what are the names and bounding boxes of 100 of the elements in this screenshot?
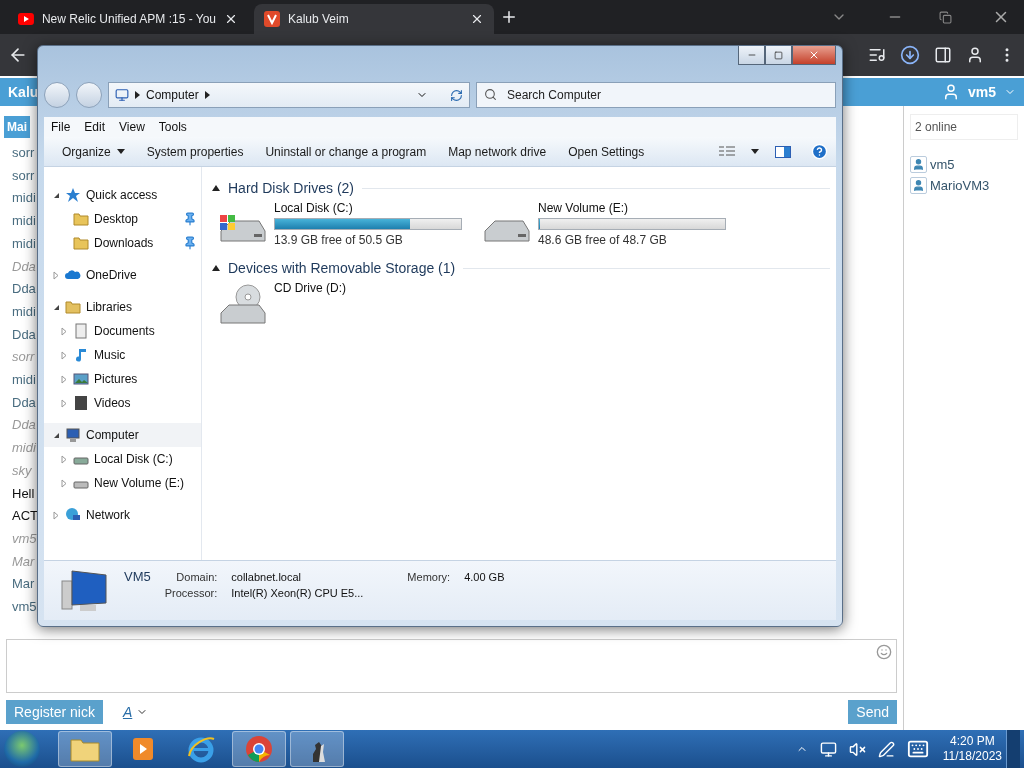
smiley-icon[interactable] <box>876 644 892 660</box>
clock-time[interactable]: 4:20 PM <box>950 734 995 749</box>
online-count: 2 online <box>910 114 1018 140</box>
menu-item[interactable]: View <box>114 118 150 136</box>
font-button[interactable]: A <box>116 703 155 721</box>
group-title: Devices with Removable Storage (1) <box>228 260 456 276</box>
close-icon[interactable] <box>470 12 484 26</box>
chat-message: sorr <box>12 144 35 162</box>
chat-message: Dda <box>12 416 36 435</box>
drive-name[interactable]: New Volume (E:) <box>538 201 726 215</box>
chat-message: Dda <box>12 280 36 299</box>
site-title: Kalu <box>8 84 39 100</box>
chevron-right-icon <box>135 91 140 99</box>
tree-item[interactable]: New Volume (E:) <box>44 471 201 495</box>
star-icon <box>65 187 81 203</box>
music-note-icon <box>73 347 89 363</box>
refresh-icon[interactable] <box>450 88 463 102</box>
side-panel-icon[interactable] <box>934 46 952 64</box>
chat-message: midi <box>12 439 36 458</box>
media-control-icon[interactable] <box>868 46 886 64</box>
restore-icon[interactable] <box>939 10 952 24</box>
chat-message: midi <box>12 189 36 208</box>
user-name[interactable]: MarioVM3 <box>930 178 990 193</box>
collapse-arrow-icon[interactable] <box>212 265 220 271</box>
browser-tab[interactable]: New Relic Unified APM :15 - You <box>8 4 248 34</box>
command-button[interactable]: Uninstall or change a program <box>255 140 437 163</box>
maximize-button[interactable] <box>765 46 792 65</box>
minimize-button[interactable] <box>738 46 765 65</box>
close-icon <box>808 49 820 61</box>
address-bar[interactable]: Computer <box>108 82 470 108</box>
browser-tab[interactable]: Kalub Veim <box>254 4 494 34</box>
help-icon[interactable] <box>811 143 828 160</box>
show-desktop-button[interactable] <box>1006 730 1020 768</box>
drive-name[interactable]: Local Disk (C:) <box>274 201 462 215</box>
menu-item[interactable]: Tools <box>153 118 192 136</box>
chat-message: midi <box>12 234 36 253</box>
film-icon <box>73 395 89 411</box>
tree-item[interactable]: Pictures <box>44 367 201 391</box>
tree-item[interactable]: Music <box>44 343 201 367</box>
chat-message: sorr <box>12 166 35 185</box>
chat-message: Mar <box>12 575 35 594</box>
caret-icon[interactable] <box>751 149 759 154</box>
taskbar-app[interactable] <box>290 731 344 767</box>
chat-message: midi <box>12 212 36 231</box>
message-input[interactable] <box>6 639 897 693</box>
new-tab-icon[interactable] <box>500 8 518 26</box>
tree-item[interactable]: Computer <box>44 423 201 447</box>
picture-icon <box>73 371 89 387</box>
tree-item[interactable]: Network <box>44 503 201 527</box>
chat-message: Hell <box>12 484 35 503</box>
chat-message: sky <box>12 461 32 480</box>
caret-icon <box>116 149 125 154</box>
free-space: 13.9 GB free of 50.5 GB <box>274 233 404 247</box>
computer-icon <box>65 427 81 443</box>
chrome-logo-icon <box>244 734 274 764</box>
user-icon <box>910 156 927 173</box>
browser-e-icon <box>186 734 216 764</box>
close-button[interactable] <box>792 46 836 65</box>
play-icon <box>132 737 154 761</box>
menu-item[interactable]: File <box>46 118 76 136</box>
tree-item[interactable]: Libraries <box>44 295 201 319</box>
computer-name: VM5 <box>124 569 151 584</box>
globe-icon <box>65 507 81 523</box>
tree-item[interactable]: Videos <box>44 391 201 415</box>
tree-item[interactable]: Quick access <box>44 183 201 207</box>
tree-item[interactable]: Desktop <box>44 207 201 231</box>
tree-item[interactable]: Local Disk (C:) <box>44 447 201 471</box>
network-icon[interactable] <box>819 740 837 758</box>
detail-label: Memory: <box>407 571 451 583</box>
close-icon[interactable] <box>224 12 238 26</box>
free-space: 48.6 GB free of 48.7 GB <box>538 233 668 247</box>
chat-message: Dda <box>12 257 36 276</box>
tree-item[interactable]: Documents <box>44 319 201 343</box>
chat-message: vm5 <box>12 598 37 617</box>
folder-icon <box>65 299 81 315</box>
command-button[interactable]: System properties <box>136 140 254 163</box>
chat-message: sorr <box>12 348 35 367</box>
preview-pane-icon[interactable] <box>775 145 791 158</box>
address-text[interactable]: Computer <box>146 88 199 102</box>
command-button[interactable]: Open Settings <box>558 140 655 163</box>
chat-message: Dda <box>12 325 36 344</box>
clock-date[interactable]: 11/18/2023 <box>942 749 1002 764</box>
group-title: Hard Disk Drives (2) <box>228 180 354 196</box>
muted-speaker-icon[interactable] <box>848 740 866 758</box>
tree-item[interactable]: Downloads <box>44 231 201 255</box>
user-name[interactable]: vm5 <box>930 157 955 172</box>
collapse-arrow-icon[interactable] <box>212 185 220 191</box>
drive-name[interactable]: CD Drive (D:) <box>274 281 346 295</box>
profile-icon[interactable] <box>966 46 984 64</box>
tree-item[interactable]: OneDrive <box>44 263 201 287</box>
start-button[interactable] <box>4 731 40 767</box>
command-button[interactable]: Map network drive <box>438 140 557 163</box>
search-field[interactable]: Search Computer <box>476 82 836 108</box>
detail-label: Processor: <box>164 587 218 599</box>
command-button[interactable]: Organize <box>52 140 135 163</box>
menu-item[interactable]: Edit <box>79 118 111 136</box>
folder-icon <box>73 235 89 251</box>
keyboard-icon[interactable] <box>906 738 929 760</box>
download-icon[interactable] <box>900 45 920 65</box>
pen-icon[interactable] <box>877 740 895 758</box>
